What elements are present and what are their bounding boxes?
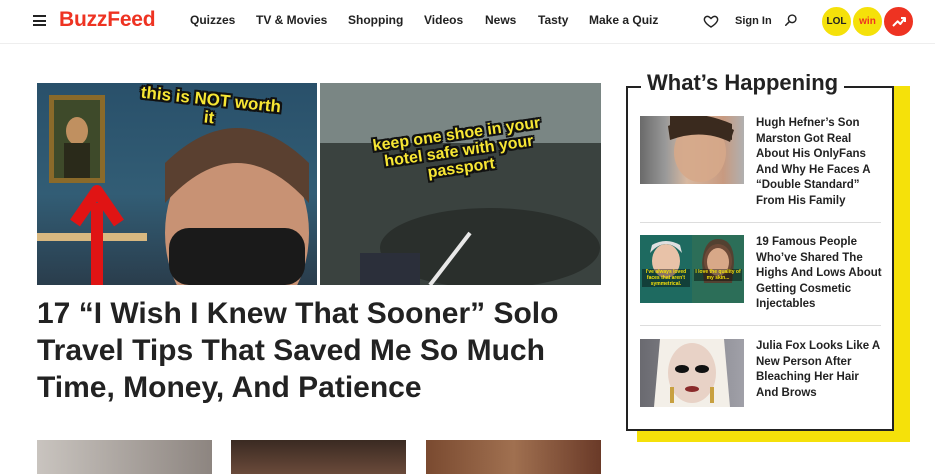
item-title: Hugh Hefner’s Son Marston Got Real About…	[756, 117, 871, 207]
item-image-caption: I've always loved faces that aren't symm…	[642, 269, 690, 287]
portrait-illustration	[668, 116, 734, 182]
item-thumbnail	[640, 116, 744, 184]
lol-badge[interactable]: LOL	[821, 6, 852, 37]
portrait-illustration	[654, 339, 730, 407]
hero-headline[interactable]: 17 “I Wish I Knew That Sooner” Solo Trav…	[37, 295, 607, 406]
nav-tv-movies[interactable]: TV & Movies	[256, 13, 327, 27]
nav-quizzes[interactable]: Quizzes	[190, 13, 235, 27]
trending-badge[interactable]	[883, 6, 914, 37]
hero-image-left[interactable]: this is NOT worth it	[37, 83, 317, 285]
article-thumbnail[interactable]	[426, 440, 601, 474]
whats-happening-heading: What’s Happening	[641, 70, 845, 96]
nav-tasty[interactable]: Tasty	[538, 13, 568, 27]
site-header: BuzzFeed Quizzes TV & Movies Shopping Vi…	[0, 0, 935, 44]
divider	[640, 222, 881, 223]
item-title: Julia Fox Looks Like A New Person After …	[756, 340, 880, 399]
nav-news[interactable]: News	[485, 13, 516, 27]
divider	[640, 325, 881, 326]
heart-icon[interactable]	[703, 13, 719, 29]
item-thumbnail	[640, 339, 744, 407]
nav-shopping[interactable]: Shopping	[348, 13, 403, 27]
trending-arrow-icon	[891, 16, 906, 27]
search-icon[interactable]	[784, 13, 798, 27]
nav-make-a-quiz[interactable]: Make a Quiz	[589, 13, 658, 27]
win-badge[interactable]: win	[852, 6, 883, 37]
article-thumbnail[interactable]	[231, 440, 406, 474]
nav-videos[interactable]: Videos	[424, 13, 463, 27]
sign-in-link[interactable]: Sign In	[735, 15, 772, 27]
hero-image-right[interactable]: keep one shoe in your hotel safe with yo…	[320, 83, 601, 285]
item-image-caption: I love the quality of my skin...	[694, 269, 742, 281]
item-thumbnail: I've always loved faces that aren't symm…	[640, 235, 744, 303]
article-thumbnail[interactable]	[37, 440, 212, 474]
item-title: 19 Famous People Who’ve Shared The Highs…	[756, 236, 882, 311]
buzzfeed-logo[interactable]: BuzzFeed	[59, 8, 156, 32]
menu-icon[interactable]	[33, 15, 46, 26]
